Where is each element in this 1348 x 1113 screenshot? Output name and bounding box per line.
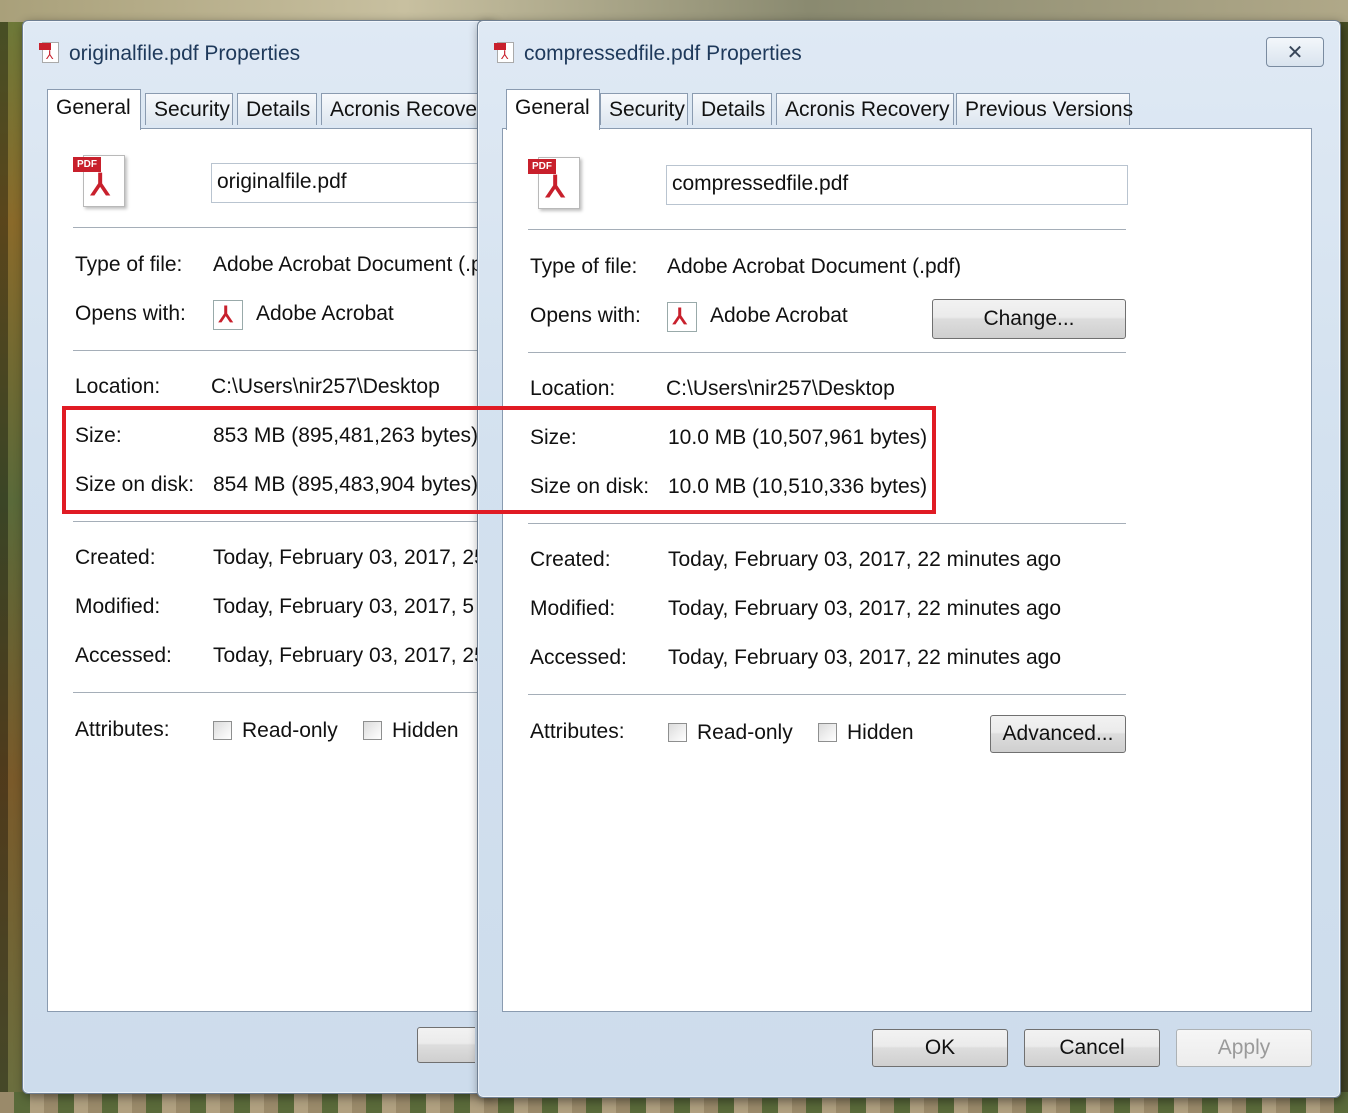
opens-with-value: Adobe Acrobat bbox=[710, 304, 848, 327]
size-on-disk-label: Size on disk: bbox=[530, 475, 650, 498]
type-label: Type of file: bbox=[530, 255, 638, 278]
tab-general[interactable]: General bbox=[47, 89, 141, 130]
type-value: Adobe Acrobat Document (.pdf) bbox=[667, 255, 962, 278]
filename-field[interactable]: compressedfile.pdf bbox=[666, 165, 1128, 205]
accessed-value: Today, February 03, 2017, 25 bbox=[213, 644, 477, 667]
size-label: Size: bbox=[75, 424, 122, 447]
accessed-label: Accessed: bbox=[530, 646, 627, 669]
size-value: 10.0 MB (10,507,961 bytes) bbox=[668, 426, 928, 449]
dialog-title: ⅄ compressedfile.pdf Properties bbox=[494, 41, 802, 66]
acrobat-app-icon: ⅄ bbox=[667, 302, 697, 332]
close-button[interactable]: ✕ bbox=[1266, 37, 1324, 67]
tab-acronis-recovery[interactable]: Acronis Recovery bbox=[321, 93, 501, 125]
tab-security[interactable]: Security bbox=[145, 93, 233, 125]
acrobat-app-icon: ⅄ bbox=[213, 300, 243, 330]
modified-label: Modified: bbox=[530, 597, 616, 620]
dialog-title-text: originalfile.pdf Properties bbox=[69, 42, 301, 65]
close-icon: ✕ bbox=[1286, 42, 1304, 64]
originalfile-properties-dialog: ⅄ originalfile.pdf Properties General Sec… bbox=[22, 20, 501, 1094]
location-value: C:\Users\nir257\Desktop bbox=[211, 375, 440, 398]
divider bbox=[73, 227, 493, 228]
divider bbox=[73, 521, 493, 522]
readonly-label: Read-only bbox=[697, 721, 793, 744]
divider bbox=[528, 694, 1126, 695]
size-on-disk-value: 854 MB (895,483,904 bytes) bbox=[213, 473, 479, 496]
accessed-label: Accessed: bbox=[75, 644, 172, 667]
tab-previous-versions[interactable]: Previous Versions bbox=[956, 93, 1133, 125]
tab-acronis-recovery[interactable]: Acronis Recovery bbox=[776, 93, 954, 125]
created-label: Created: bbox=[75, 546, 156, 569]
desktop-wallpaper-top bbox=[0, 0, 1348, 22]
tab-details[interactable]: Details bbox=[692, 93, 772, 125]
dialog-title-text: compressedfile.pdf Properties bbox=[524, 42, 802, 65]
created-label: Created: bbox=[530, 548, 611, 571]
tab-details[interactable]: Details bbox=[237, 93, 317, 125]
attributes-label: Attributes: bbox=[75, 718, 170, 741]
compressedfile-properties-dialog: ⅄ compressedfile.pdf Properties ✕ General… bbox=[477, 20, 1341, 1098]
size-label: Size: bbox=[530, 426, 577, 449]
cancel-button[interactable]: Cancel bbox=[1024, 1029, 1160, 1067]
accessed-value: Today, February 03, 2017, 22 minutes ago bbox=[668, 646, 1062, 669]
hidden-checkbox[interactable] bbox=[363, 721, 382, 740]
modified-value: Today, February 03, 2017, 22 minutes ago bbox=[668, 597, 1062, 620]
readonly-label: Read-only bbox=[242, 719, 338, 742]
divider bbox=[528, 523, 1126, 524]
advanced-button[interactable]: Advanced... bbox=[990, 715, 1126, 753]
apply-button[interactable]: Apply bbox=[1176, 1029, 1312, 1067]
divider bbox=[528, 352, 1126, 353]
filename-field[interactable]: originalfile.pdf bbox=[211, 163, 501, 203]
modified-value: Today, February 03, 2017, 5 h bbox=[213, 595, 477, 618]
change-button[interactable]: Change... bbox=[932, 299, 1126, 339]
divider bbox=[528, 229, 1126, 230]
ok-button[interactable]: OK bbox=[872, 1029, 1008, 1067]
ok-button[interactable]: O bbox=[417, 1027, 475, 1063]
tab-general[interactable]: General bbox=[506, 89, 600, 130]
readonly-checkbox[interactable] bbox=[668, 723, 687, 742]
type-label: Type of file: bbox=[75, 253, 183, 276]
type-value: Adobe Acrobat Document (.pdf) bbox=[213, 253, 479, 276]
size-on-disk-value: 10.0 MB (10,510,336 bytes) bbox=[668, 475, 928, 498]
pdf-document-icon: PDF ⅄ bbox=[73, 151, 129, 207]
size-value: 853 MB (895,481,263 bytes) bbox=[213, 424, 479, 447]
tab-security[interactable]: Security bbox=[600, 93, 688, 125]
created-value: Today, February 03, 2017, 22 minutes ago bbox=[668, 548, 1062, 571]
divider bbox=[73, 350, 493, 351]
opens-with-label: Opens with: bbox=[75, 302, 186, 325]
modified-label: Modified: bbox=[75, 595, 161, 618]
size-on-disk-label: Size on disk: bbox=[75, 473, 195, 496]
pdf-document-icon: PDF ⅄ bbox=[528, 153, 584, 209]
dialog-title: ⅄ originalfile.pdf Properties bbox=[39, 41, 300, 66]
location-label: Location: bbox=[530, 377, 616, 400]
location-label: Location: bbox=[75, 375, 161, 398]
hidden-label: Hidden bbox=[847, 721, 914, 744]
hidden-label: Hidden bbox=[392, 719, 459, 742]
readonly-checkbox[interactable] bbox=[213, 721, 232, 740]
location-value: C:\Users\nir257\Desktop bbox=[666, 377, 895, 400]
pdf-file-icon: ⅄ bbox=[39, 41, 61, 63]
opens-with-label: Opens with: bbox=[530, 304, 641, 327]
divider bbox=[73, 692, 493, 693]
opens-with-value: Adobe Acrobat bbox=[256, 302, 394, 325]
hidden-checkbox[interactable] bbox=[818, 723, 837, 742]
attributes-label: Attributes: bbox=[530, 720, 625, 743]
created-value: Today, February 03, 2017, 25 bbox=[213, 546, 477, 569]
pdf-file-icon: ⅄ bbox=[494, 41, 516, 63]
